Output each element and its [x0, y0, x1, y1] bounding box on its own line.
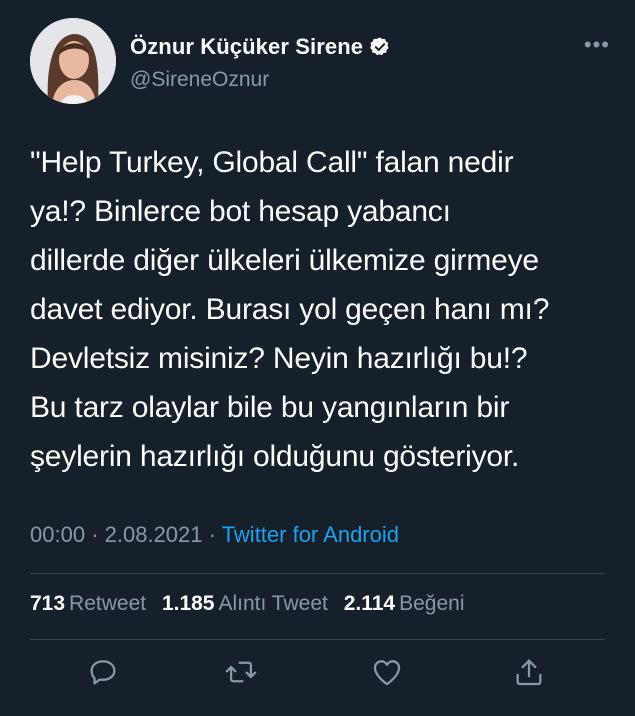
avatar[interactable]	[30, 18, 116, 104]
tweet-text: "Help Turkey, Global Call" falan nedir y…	[30, 146, 550, 473]
tweet-header: Öznur Küçüker Sirene @SireneOznur •••	[30, 18, 610, 104]
tweet-stats: 713 Retweet 1.185 Alıntı Tweet 2.114 Beğeni	[30, 592, 474, 616]
display-name[interactable]: Öznur Küçüker Sirene	[130, 34, 363, 60]
share-icon[interactable]	[512, 655, 546, 689]
tweet-date[interactable]: 2.08.2021	[105, 522, 203, 547]
like-label: Beğeni	[399, 592, 465, 615]
reply-icon[interactable]	[86, 655, 120, 689]
quote-stat[interactable]: 1.185 Alıntı Tweet	[162, 592, 328, 615]
like-icon[interactable]	[370, 655, 404, 689]
like-stat[interactable]: 2.114 Beğeni	[344, 592, 465, 615]
name-row: Öznur Küçüker Sirene	[130, 34, 391, 60]
meta-separator: ·	[208, 522, 216, 547]
verified-badge-icon	[370, 37, 389, 56]
divider	[30, 639, 605, 640]
tweet-meta: 00:00 · 2.08.2021 · Twitter for Android	[30, 522, 399, 548]
divider	[30, 573, 605, 574]
action-bar	[0, 655, 635, 695]
retweet-stat[interactable]: 713 Retweet	[30, 592, 146, 615]
retweet-icon[interactable]	[224, 655, 258, 689]
quote-label: Alıntı Tweet	[218, 592, 328, 615]
meta-separator: ·	[91, 522, 99, 547]
retweet-label: Retweet	[69, 592, 147, 615]
quote-count: 1.185	[161, 592, 215, 615]
user-handle[interactable]: @SireneOznur	[130, 68, 269, 92]
tweet-time[interactable]: 00:00	[30, 522, 85, 547]
more-icon[interactable]: •••	[584, 32, 610, 58]
retweet-count: 713	[30, 592, 66, 615]
tweet-source[interactable]: Twitter for Android	[222, 522, 399, 547]
like-count: 2.114	[343, 592, 396, 615]
